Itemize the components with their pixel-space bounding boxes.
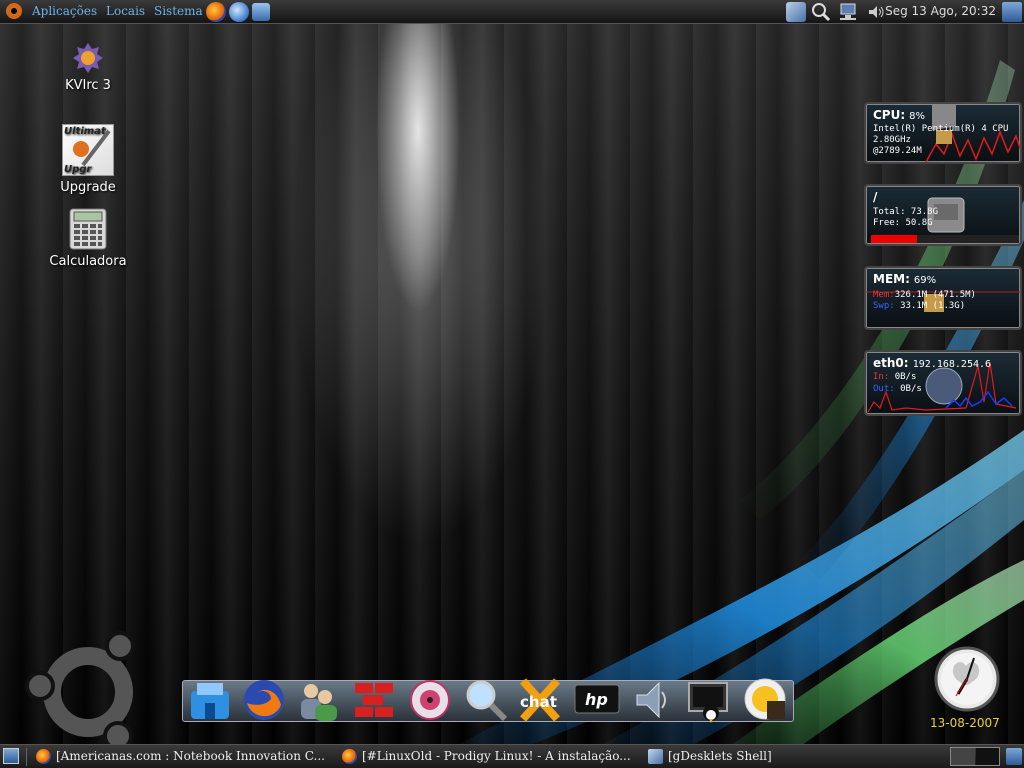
- workspace-switcher[interactable]: [950, 747, 1000, 766]
- cpu-speed: 2.80GHz: [873, 135, 911, 145]
- desktop-icon-label: Calculadora: [49, 254, 127, 269]
- network-monitor-icon[interactable]: [838, 2, 858, 22]
- trash-icon[interactable]: [1006, 748, 1022, 765]
- top-panel: Aplicações Locais Sistema Seg 13 Ago, 20…: [0, 0, 1024, 24]
- sound-icon[interactable]: [629, 677, 675, 723]
- search-icon[interactable]: [463, 677, 509, 723]
- panel-clock[interactable]: Seg 13 Ago, 20:32: [885, 4, 996, 18]
- desktop-icon-label: KVIrc 3: [65, 78, 111, 93]
- analog-clock[interactable]: [934, 646, 1000, 712]
- hp-icon[interactable]: hp: [573, 677, 620, 723]
- network-tray-icon[interactable]: [786, 2, 806, 22]
- svg-text:Upgr: Upgr: [64, 164, 92, 175]
- show-desktop-icon[interactable]: [3, 748, 19, 764]
- network-out: Out: 0B/s: [873, 384, 922, 394]
- users-icon[interactable]: [295, 677, 341, 723]
- workspace-2[interactable]: [976, 748, 999, 765]
- dock: chat hp: [182, 677, 794, 723]
- media-player-icon[interactable]: [741, 677, 787, 723]
- svg-text:hp: hp: [585, 690, 608, 709]
- memory-title: MEM: 69%: [873, 272, 937, 286]
- help-icon[interactable]: [252, 3, 270, 21]
- ubuntu-logo: [25, 631, 135, 751]
- svg-text:chat: chat: [520, 693, 557, 711]
- network-desklet[interactable]: eth0: 192.168.254.6 In: 0B/s Out: 0B/s: [864, 350, 1022, 416]
- disk-usage-fill: [871, 235, 917, 243]
- desktop-icon-upgrade[interactable]: Ultimat Upgr Upgrade: [43, 124, 133, 195]
- network-in: In: 0B/s: [873, 372, 917, 382]
- taskbar-task[interactable]: [Americanas.com : Notebook Innovation C.…: [32, 746, 332, 767]
- task-label: [Americanas.com : Notebook Innovation C.…: [56, 749, 325, 763]
- swap-usage: Swp: 33.1M (1.3G): [873, 301, 966, 311]
- calculator-icon: [69, 208, 107, 250]
- bottom-panel: [Americanas.com : Notebook Innovation C.…: [0, 744, 1024, 768]
- disk-desklet[interactable]: / Total: 73.8G Free: 50.8G: [864, 184, 1022, 246]
- search-icon[interactable]: [811, 2, 831, 22]
- volume-icon[interactable]: [866, 2, 886, 22]
- desktop-icon-kvirc[interactable]: KVIrc 3: [43, 42, 133, 93]
- panel-separator: [26, 748, 27, 766]
- menu-places[interactable]: Locais: [106, 4, 145, 18]
- kvirc-icon: [72, 42, 104, 74]
- terminal-icon[interactable]: [685, 677, 731, 723]
- ubuntu-menu-icon[interactable]: [6, 3, 22, 19]
- menu-applications[interactable]: Aplicações: [32, 4, 97, 18]
- taskbar-task[interactable]: [gDesklets Shell]: [644, 746, 944, 767]
- disk-usage-bar: [871, 235, 1019, 243]
- taskbar-task[interactable]: [#LinuxOld - Prodigy Linux! - A instalaç…: [338, 746, 638, 767]
- gdesklets-icon: [648, 749, 663, 764]
- user-switcher-icon[interactable]: [1002, 2, 1022, 22]
- task-label: [gDesklets Shell]: [668, 749, 772, 763]
- clock-date: 13-08-2007: [930, 716, 1000, 730]
- firefox-icon: [36, 749, 51, 764]
- firefox-icon: [342, 749, 357, 764]
- thunderbird-icon[interactable]: [229, 2, 249, 22]
- ultimate-upgrade-icon: Ultimat Upgr: [62, 124, 114, 176]
- menu-system[interactable]: Sistema: [154, 4, 203, 18]
- firefox-icon[interactable]: [241, 677, 287, 723]
- firefox-icon[interactable]: [206, 2, 226, 22]
- firewall-icon[interactable]: [351, 677, 397, 723]
- desktop-icon-calculator[interactable]: Calculadora: [43, 208, 133, 269]
- home-folder-icon[interactable]: [187, 677, 233, 723]
- svg-text:Ultimat: Ultimat: [64, 126, 107, 137]
- memory-usage: Mem:326.1M (471.5M): [873, 290, 976, 300]
- xchat-icon[interactable]: chat: [517, 677, 563, 723]
- memory-desklet[interactable]: MEM: 69% Mem:326.1M (471.5M) Swp: 33.1M (…: [864, 266, 1022, 330]
- task-label: [#LinuxOld - Prodigy Linux! - A instalaç…: [362, 749, 631, 763]
- workspace-1[interactable]: [951, 748, 975, 765]
- cpu-desklet[interactable]: CPU: 8% Intel(R) Pentium(R) 4 CPU 2.80GHz…: [864, 102, 1022, 164]
- cpu-title: CPU: 8%: [873, 108, 926, 122]
- network-title: eth0: 192.168.254.6: [873, 356, 992, 370]
- cpu-frequency: @2789.24M: [873, 146, 922, 156]
- disk-title: /: [873, 190, 878, 204]
- cd-burner-icon[interactable]: [407, 677, 453, 723]
- cpu-model: Intel(R) Pentium(R) 4 CPU: [873, 124, 1009, 134]
- disk-free: Free: 50.8G: [873, 218, 933, 228]
- desktop-icon-label: Upgrade: [60, 180, 116, 195]
- disk-total: Total: 73.8G: [873, 207, 939, 217]
